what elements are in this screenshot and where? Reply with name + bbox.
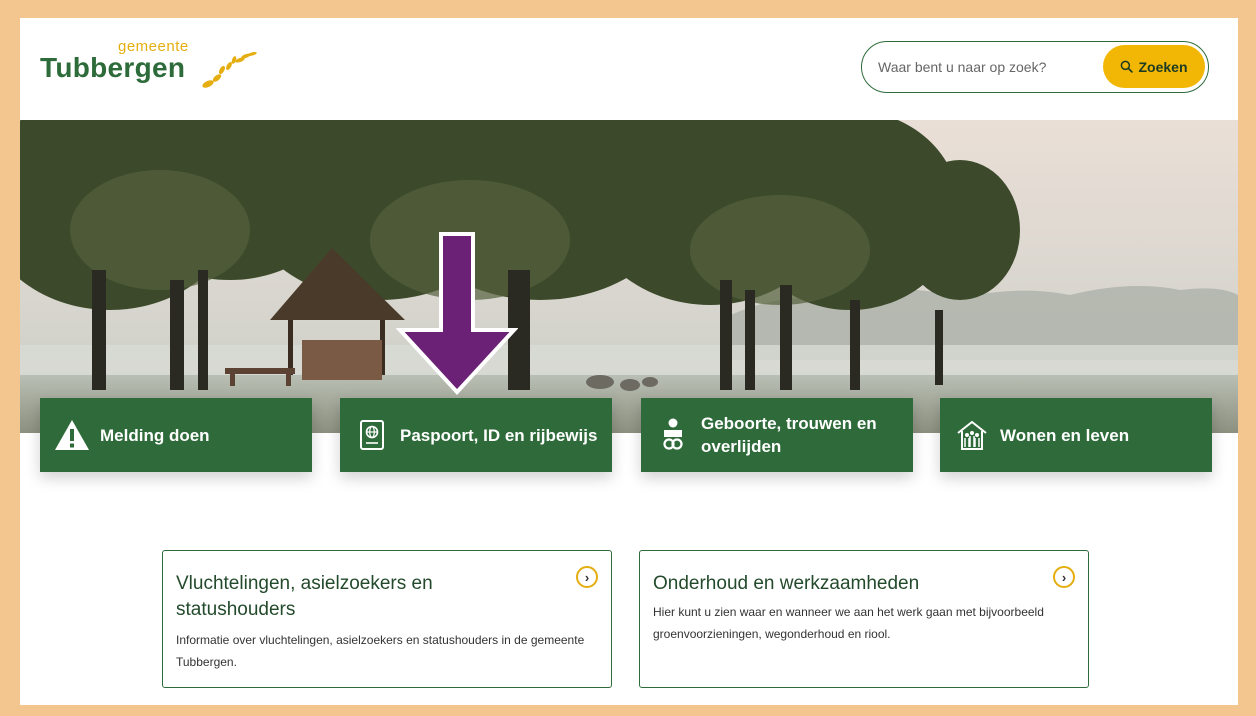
- wheat-icon: [202, 51, 257, 88]
- card-onderhoud-werkzaamheden[interactable]: Onderhoud en werkzaamheden Hier kunt u z…: [639, 550, 1089, 688]
- card-description: Hier kunt u zien waar en wanneer we aan …: [653, 605, 1044, 641]
- tile-label: Geboorte, trouwen en overlijden: [701, 414, 877, 456]
- chevron-right-icon: ›: [576, 566, 598, 588]
- tile-geboorte-trouwen-overlijden[interactable]: Geboorte, trouwen en overlijden: [641, 398, 913, 472]
- card-description: Informatie over vluchtelingen, asielzoek…: [176, 633, 585, 669]
- card-title: Vluchtelingen, asielzoekers en statushou…: [176, 573, 433, 620]
- person-rings-icon: [655, 417, 691, 453]
- warning-icon: [54, 417, 90, 453]
- search-input[interactable]: [876, 56, 1090, 78]
- search-button-label: Zoeken: [1138, 58, 1188, 75]
- search-icon: [1121, 60, 1134, 73]
- tile-label: Paspoort, ID en rijbewijs: [400, 425, 598, 445]
- search-button[interactable]: Zoeken: [1103, 45, 1205, 88]
- logo-tubbergen-text: Tubbergen: [40, 52, 186, 83]
- logo[interactable]: gemeente Tubbergen: [40, 36, 257, 96]
- tile-label: Wonen en leven: [1000, 425, 1130, 445]
- card-vluchtelingen[interactable]: Vluchtelingen, asielzoekers en statushou…: [162, 550, 612, 688]
- tile-label: Melding doen: [100, 425, 210, 445]
- page-frame: gemeente Tubbergen Zoeken: [20, 18, 1238, 705]
- tile-melding-doen[interactable]: Melding doen: [40, 398, 312, 472]
- annotation-arrow: [396, 232, 518, 395]
- tile-paspoort-id-rijbewijs[interactable]: Paspoort, ID en rijbewijs: [340, 398, 612, 472]
- hero-image: [20, 120, 1238, 433]
- chevron-right-icon: ›: [1053, 566, 1075, 588]
- search-bar: Zoeken: [861, 41, 1209, 93]
- card-title: Onderhoud en werkzaamheden: [653, 573, 920, 594]
- tile-wonen-en-leven[interactable]: Wonen en leven: [940, 398, 1212, 472]
- passport-icon: [354, 417, 390, 453]
- house-family-icon: [954, 417, 990, 453]
